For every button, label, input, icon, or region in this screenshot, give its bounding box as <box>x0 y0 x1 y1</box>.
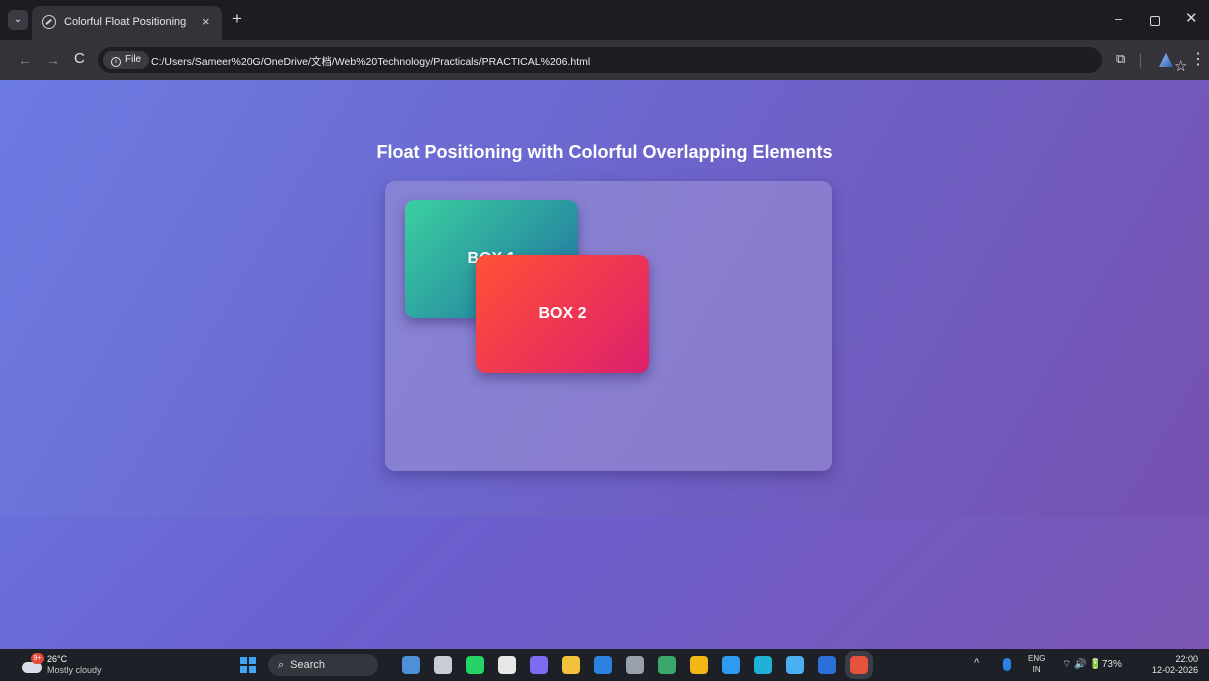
browser-toolbar: ← → C i File C:/Users/Sameer%20G/OneDrive… <box>0 40 1209 80</box>
file-explorer-icon[interactable] <box>562 656 580 674</box>
whatsapp-icon[interactable] <box>466 656 484 674</box>
notification-badge: 9+ <box>31 653 44 664</box>
copilot-icon[interactable] <box>530 656 548 674</box>
tray-bluetooth-icon[interactable] <box>1003 658 1011 671</box>
windows-taskbar: 9+ 26°C Mostly cloudy ⌕ Search ^ ENG IN ⌔… <box>0 649 1209 681</box>
bookmark-star-icon[interactable]: ☆ <box>1174 57 1187 75</box>
clock[interactable]: 22:00 12-02-2026 <box>1140 654 1198 676</box>
weather-temperature[interactable]: 26°C <box>47 654 67 664</box>
people-icon[interactable] <box>402 656 420 674</box>
weather-description[interactable]: Mostly cloudy <box>47 665 102 675</box>
float-container: BOX 1 BOX 2 <box>385 181 832 471</box>
minimize-button[interactable]: – <box>1115 11 1122 26</box>
profile-avatar-icon[interactable] <box>1157 51 1175 69</box>
extensions-icon[interactable]: ⧉ <box>1116 51 1125 67</box>
photos-icon[interactable] <box>658 656 676 674</box>
browser-tab-strip: ⌄ Colorful Float Positioning × + – ✕ <box>0 0 1209 40</box>
tab-search-chevron-icon[interactable]: ⌄ <box>8 10 28 30</box>
language-code: ENG <box>1028 654 1046 663</box>
search-label: Search <box>290 659 326 671</box>
chatgpt-icon[interactable] <box>498 656 516 674</box>
site-info-chip[interactable]: i File <box>103 51 150 69</box>
toolbar-divider <box>1140 53 1141 68</box>
forward-button[interactable]: → <box>46 52 60 68</box>
tab-close-icon[interactable]: × <box>202 14 210 29</box>
site-chip-label: File <box>125 54 142 65</box>
chrome-active-icon[interactable] <box>845 651 873 679</box>
browser-menu-icon[interactable]: ⋮ <box>1190 49 1206 69</box>
address-bar[interactable]: i File C:/Users/Sameer%20G/OneDrive/文档/We… <box>98 47 1187 75</box>
taskbar-search[interactable]: ⌕ Search <box>268 654 378 676</box>
back-button[interactable]: ← <box>18 52 32 68</box>
page-viewport: Float Positioning with Colorful Overlapp… <box>0 80 1209 649</box>
tray-overflow-chevron-icon[interactable]: ^ <box>974 657 979 669</box>
task-view-icon[interactable] <box>434 656 452 674</box>
globe-icon <box>42 15 56 29</box>
page-title: Float Positioning with Colorful Overlapp… <box>376 142 833 162</box>
info-icon: i <box>111 57 121 67</box>
browser-tab-active[interactable]: Colorful Float Positioning × <box>32 6 222 40</box>
terminal-icon[interactable] <box>626 656 644 674</box>
vscode-icon[interactable] <box>722 656 740 674</box>
tray-status-icons[interactable]: ⌔ 🔊 🔋73% <box>1062 658 1122 671</box>
reload-button[interactable]: C <box>74 50 85 67</box>
chrome-icon[interactable] <box>690 656 708 674</box>
restore-button[interactable] <box>1150 16 1160 26</box>
search-icon: ⌕ <box>278 659 285 671</box>
url-text[interactable]: C:/Users/Sameer%20G/OneDrive/文档/Web%20Te… <box>151 54 590 69</box>
edge-icon[interactable] <box>754 656 772 674</box>
close-window-button[interactable]: ✕ <box>1185 9 1198 27</box>
tab-title: Colorful Float Positioning <box>64 16 187 28</box>
weather-cloud-icon[interactable]: 9+ <box>20 653 44 674</box>
bluetooth-icon[interactable] <box>594 656 612 674</box>
clock-date: 12-02-2026 <box>1151 665 1198 675</box>
region-code: IN <box>1032 665 1041 674</box>
language-indicator[interactable]: ENG IN <box>1028 653 1045 675</box>
box-2: BOX 2 <box>476 255 649 373</box>
new-tab-button[interactable]: + <box>232 10 242 27</box>
page-body: Float Positioning with Colorful Overlapp… <box>0 80 1209 517</box>
app-a-icon[interactable] <box>786 656 804 674</box>
clock-time: 22:00 <box>1175 654 1198 664</box>
start-button[interactable] <box>240 657 256 673</box>
word-icon[interactable] <box>818 656 836 674</box>
